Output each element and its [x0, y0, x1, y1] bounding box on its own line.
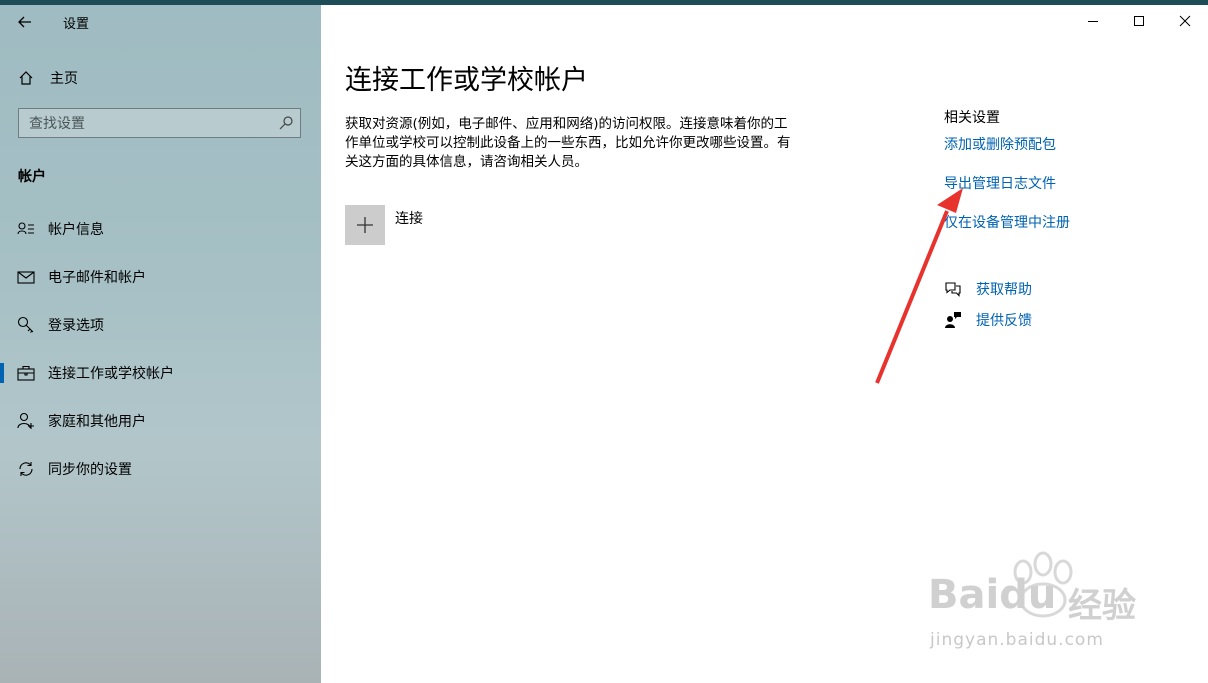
watermark-brand-cn: 经验: [1068, 586, 1136, 626]
watermark-brand: Baidu: [928, 572, 1057, 618]
watermark-domain: jingyan.baidu.com: [930, 630, 1104, 650]
